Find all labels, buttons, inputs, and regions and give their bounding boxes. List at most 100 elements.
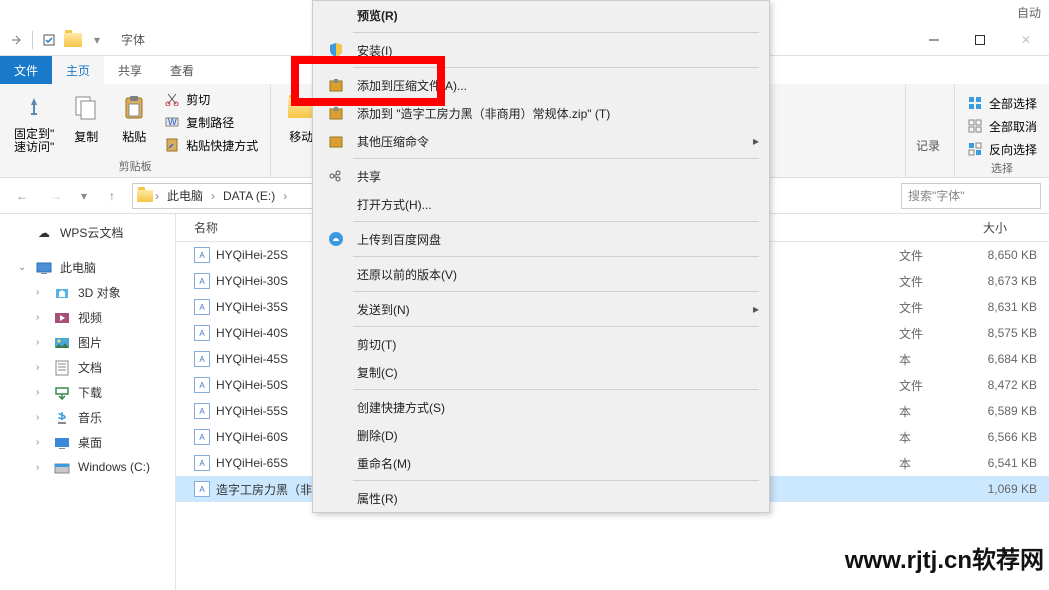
cut-icon	[164, 91, 180, 107]
sidebar-icon	[54, 435, 70, 451]
font-file-icon: A	[194, 481, 210, 497]
menu-preview[interactable]: 预览(R)	[313, 1, 769, 29]
sidebar-item[interactable]: ›文档	[0, 355, 175, 380]
pasteshortcut-icon	[164, 137, 180, 153]
history-label: 记录	[910, 137, 946, 154]
menu-uploadbaidu[interactable]: 上传到百度网盘	[313, 225, 769, 253]
submenu-arrow-icon: ▸	[753, 302, 759, 316]
auto-label: 自动	[1017, 4, 1041, 21]
font-file-icon: A	[194, 429, 210, 445]
font-file-icon: A	[194, 403, 210, 419]
font-file-icon: A	[194, 325, 210, 341]
menu-sendto[interactable]: 发送到(N)▸	[313, 295, 769, 323]
share-icon	[327, 167, 345, 185]
search-input[interactable]: 搜索"字体"	[901, 183, 1041, 209]
sidebar-icon	[54, 459, 70, 475]
col-header-size[interactable]: 大小	[929, 219, 1049, 236]
menu-addzip[interactable]: 添加到 "造字工房力黑（非商用）常规体.zip" (T)	[313, 99, 769, 127]
copypath-icon: w	[164, 114, 180, 130]
sidebar-item[interactable]: ›视频	[0, 305, 175, 330]
shield-icon	[327, 41, 345, 59]
menu-cut[interactable]: 剪切(T)	[313, 330, 769, 358]
sidebar-icon	[54, 335, 70, 351]
sidebar-icon	[54, 410, 70, 426]
copypath-button[interactable]: w复制路径	[160, 111, 262, 133]
maximize-button[interactable]	[957, 24, 1003, 56]
sidebar: ☁WPS云文档 ⌄此电脑 ›3D 对象›视频›图片›文档›下载›音乐›桌面›Wi…	[0, 214, 176, 590]
copy-button[interactable]: 复制	[64, 88, 108, 149]
font-file-icon: A	[194, 247, 210, 263]
nav-forward-button[interactable]: →	[42, 182, 70, 210]
sidebar-thispc[interactable]: ⌄此电脑	[0, 255, 175, 280]
menu-rename[interactable]: 重命名(M)	[313, 449, 769, 477]
menu-delete[interactable]: 删除(D)	[313, 421, 769, 449]
sidebar-item[interactable]: ›下载	[0, 380, 175, 405]
pin-button[interactable]: 固定到"速访问"	[8, 88, 60, 158]
nav-recent-button[interactable]: ▾	[76, 182, 92, 210]
nav-back-button[interactable]: ←	[8, 182, 36, 210]
pin-icon	[18, 92, 50, 124]
menu-restore[interactable]: 还原以前的版本(V)	[313, 260, 769, 288]
font-file-icon: A	[194, 351, 210, 367]
qat-overflow-icon[interactable]: ▾	[86, 29, 108, 51]
selectinvert-icon	[967, 141, 983, 157]
sidebar-item[interactable]: ›Windows (C:)	[0, 455, 175, 479]
nav-up-button[interactable]: ↑	[98, 182, 126, 210]
submenu-arrow-icon: ▸	[753, 134, 759, 148]
folder-icon	[137, 190, 153, 202]
menu-share[interactable]: 共享	[313, 162, 769, 190]
selectall-button[interactable]: 全部选择	[963, 92, 1041, 114]
qat-arrow-icon[interactable]	[5, 29, 27, 51]
zip-icon	[327, 104, 345, 122]
sidebar-icon	[54, 360, 70, 376]
menu-addarchive[interactable]: 添加到压缩文件(A)...	[313, 71, 769, 99]
menu-createshortcut[interactable]: 创建快捷方式(S)	[313, 393, 769, 421]
sidebar-item[interactable]: ›图片	[0, 330, 175, 355]
compress-icon	[327, 132, 345, 150]
sidebar-item[interactable]: ›桌面	[0, 430, 175, 455]
tab-file[interactable]: 文件	[0, 56, 52, 84]
close-button[interactable]: ✕	[1003, 24, 1049, 56]
font-file-icon: A	[194, 273, 210, 289]
baidu-icon	[327, 230, 345, 248]
font-file-icon: A	[194, 377, 210, 393]
window-title: 字体	[121, 31, 145, 48]
copy-icon	[70, 92, 102, 124]
crumb-thispc[interactable]: 此电脑	[161, 187, 209, 204]
pc-icon	[36, 260, 52, 276]
font-file-icon: A	[194, 455, 210, 471]
selectnone-icon	[967, 118, 983, 134]
selectinvert-button[interactable]: 反向选择	[963, 138, 1041, 160]
watermark: www.rjtj.cn软荐网	[845, 540, 1044, 575]
sidebar-item[interactable]: ›音乐	[0, 405, 175, 430]
minimize-button[interactable]	[911, 24, 957, 56]
cut-button[interactable]: 剪切	[160, 88, 262, 110]
clipboard-group-label: 剪贴板	[8, 158, 262, 176]
select-group-label: 选择	[963, 160, 1041, 178]
tab-view[interactable]: 查看	[156, 56, 208, 84]
menu-install[interactable]: 安装(I)	[313, 36, 769, 64]
pasteshortcut-button[interactable]: 粘贴快捷方式	[160, 134, 262, 156]
menu-copy[interactable]: 复制(C)	[313, 358, 769, 386]
paste-button[interactable]: 粘贴	[112, 88, 156, 149]
sidebar-icon	[54, 285, 70, 301]
qat-check-icon[interactable]	[38, 29, 60, 51]
menu-openwith[interactable]: 打开方式(H)...	[313, 190, 769, 218]
tab-home[interactable]: 主页	[52, 56, 104, 84]
tab-share[interactable]: 共享	[104, 56, 156, 84]
menu-properties[interactable]: 属性(R)	[313, 484, 769, 512]
archive-icon	[327, 76, 345, 94]
svg-text:w: w	[167, 115, 177, 128]
selectall-icon	[967, 95, 983, 111]
sidebar-icon	[54, 310, 70, 326]
cloud-icon: ☁	[36, 225, 52, 241]
menu-othercompress[interactable]: 其他压缩命令▸	[313, 127, 769, 155]
qat-folder-icon[interactable]	[62, 29, 84, 51]
font-file-icon: A	[194, 299, 210, 315]
sidebar-item[interactable]: ›3D 对象	[0, 280, 175, 305]
sidebar-wps[interactable]: ☁WPS云文档	[0, 220, 175, 245]
crumb-drive[interactable]: DATA (E:)	[217, 189, 281, 203]
context-menu: 预览(R) 安装(I) 添加到压缩文件(A)... 添加到 "造字工房力黑（非商…	[312, 0, 770, 513]
selectnone-button[interactable]: 全部取消	[963, 115, 1041, 137]
paste-icon	[118, 92, 150, 124]
